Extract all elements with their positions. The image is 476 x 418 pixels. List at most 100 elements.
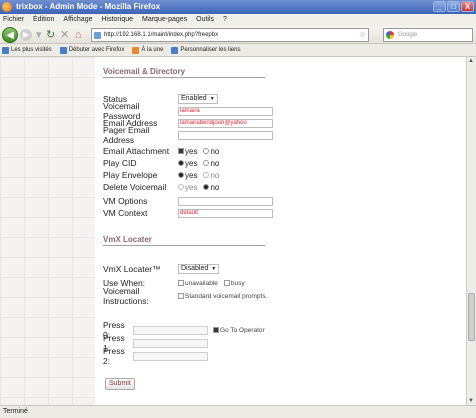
radio-icon[interactable] xyxy=(178,172,184,178)
forward-arrow-icon[interactable]: ▶ xyxy=(20,29,32,41)
playcid-no[interactable]: no xyxy=(203,159,219,168)
instructions-label: Voicemail Instructions: xyxy=(103,286,149,306)
vm-options-label: VM Options xyxy=(103,196,148,206)
vmx-locater-select[interactable]: Disabled ▼ xyxy=(178,264,220,274)
option-label: unavailable xyxy=(185,279,218,287)
bookmark-label: Les plus visités xyxy=(11,46,52,53)
option-label: yes xyxy=(185,158,198,168)
use-when-unavailable[interactable]: unavailable xyxy=(178,280,218,287)
voicemail-section-title: Voicemail & Directory xyxy=(103,67,186,76)
minimize-button[interactable]: _ xyxy=(433,1,446,12)
checkbox-icon[interactable] xyxy=(223,280,230,286)
pager-row: Pager Email Address xyxy=(103,125,273,145)
attachment-yes[interactable]: yes xyxy=(178,147,197,156)
option-label: Go To Operator xyxy=(220,326,265,334)
password-input[interactable]: lamaira xyxy=(178,106,273,116)
section-divider xyxy=(103,245,265,246)
address-bar[interactable]: http://192.168.1.1/maint/index.php?freep… xyxy=(91,28,369,42)
vmx-locater-value: Disabled xyxy=(181,265,209,272)
bookmark-star-icon[interactable]: ☆ xyxy=(359,29,366,41)
bookmarks-toolbar: Les plus visités Débuter avec Firefox À … xyxy=(0,44,476,57)
attachment-row: Email Attachment yes no xyxy=(103,146,225,156)
home-icon[interactable]: ⌂ xyxy=(75,28,82,42)
bookmark-icon xyxy=(2,46,9,54)
status-select[interactable]: Enabled ▼ xyxy=(178,94,218,104)
radio-icon[interactable] xyxy=(178,184,184,190)
checkbox-icon[interactable] xyxy=(213,327,219,333)
maximize-button[interactable]: □ xyxy=(447,1,460,12)
press2-label: Press 2: xyxy=(103,346,125,366)
chevron-down-icon: ▼ xyxy=(209,96,215,102)
press1-input[interactable] xyxy=(133,338,208,348)
radio-icon[interactable] xyxy=(203,184,210,190)
reload-icon[interactable]: ↻ xyxy=(46,28,55,42)
vmx-locater-label: VmX Locater™ xyxy=(103,264,161,274)
firefox-icon xyxy=(2,2,12,12)
password-row: Voicemail Password lamaira xyxy=(103,101,273,121)
menu-view[interactable]: Affichage xyxy=(63,14,92,26)
site-identity-icon[interactable] xyxy=(94,32,101,39)
submit-button[interactable]: Submit xyxy=(105,378,135,390)
vm-context-input[interactable]: default xyxy=(178,208,273,218)
dropdown-arrow-icon[interactable]: ▾ xyxy=(36,28,42,42)
bookmark-headlines[interactable]: À la une xyxy=(132,44,163,56)
scrollbar-thumb[interactable] xyxy=(468,293,475,341)
menu-bar: Fichier Édition Affichage Historique Mar… xyxy=(0,14,476,26)
rss-icon xyxy=(132,46,140,54)
bookmark-customize[interactable]: Personnaliser les liens xyxy=(171,44,240,56)
scroll-down-icon[interactable]: ▼ xyxy=(468,398,474,404)
pager-input[interactable] xyxy=(178,130,273,140)
back-arrow-icon[interactable]: ◀ xyxy=(2,27,18,43)
menu-edit[interactable]: Édition xyxy=(33,14,54,26)
menu-file[interactable]: Fichier xyxy=(3,14,24,26)
radio-icon[interactable] xyxy=(178,160,184,166)
checkbox-icon[interactable] xyxy=(178,293,184,299)
bookmark-label: Personnaliser les liens xyxy=(180,46,241,53)
instructions-checkbox[interactable]: Standard voicemail prompts. xyxy=(178,293,267,300)
delete-no[interactable]: no xyxy=(203,183,219,192)
menu-help[interactable]: ? xyxy=(223,14,227,26)
delete-yes[interactable]: yes xyxy=(178,183,197,192)
attachment-no[interactable]: no xyxy=(203,147,219,156)
go-to-operator[interactable]: Go To Operator xyxy=(213,327,265,334)
page-content: Voicemail & Directory Status Enabled ▼ Vo… xyxy=(95,57,466,405)
checkbox-icon[interactable] xyxy=(178,280,184,286)
bookmark-icon xyxy=(59,46,67,54)
url-text: http://192.168.1.1/maint/index.php?freep… xyxy=(104,32,219,38)
use-when-busy[interactable]: busy xyxy=(223,280,245,287)
menu-history[interactable]: Historique xyxy=(101,14,133,26)
envelope-row: Play Envelope yes no xyxy=(103,170,225,180)
press0-input[interactable] xyxy=(133,325,208,335)
menu-tools[interactable]: Outils xyxy=(196,14,214,26)
vertical-scrollbar[interactable]: ▲ ▼ xyxy=(466,57,476,405)
instructions-row: Voicemail Instructions: Standard voicema… xyxy=(103,286,273,306)
search-box[interactable]: Google xyxy=(383,28,473,42)
scroll-up-icon[interactable]: ▲ xyxy=(468,58,474,64)
stop-icon[interactable]: ✕ xyxy=(60,28,69,42)
vm-context-label: VM Context xyxy=(103,208,148,218)
bookmark-getting-started[interactable]: Débuter avec Firefox xyxy=(59,44,125,56)
menu-bookmarks[interactable]: Marque-pages xyxy=(142,14,187,26)
email-input[interactable]: lamairabendjoun@yahoo xyxy=(178,118,273,128)
section-divider xyxy=(103,77,265,78)
playcid-yes[interactable]: yes xyxy=(178,159,197,168)
radio-icon[interactable] xyxy=(203,172,210,178)
option-label: Standard voicemail prompts. xyxy=(185,292,268,300)
press2-row: Press 2: xyxy=(103,346,208,366)
bookmark-icon xyxy=(171,46,179,54)
attachment-label: Email Attachment xyxy=(103,146,170,156)
press2-input[interactable] xyxy=(133,351,208,361)
vm-options-input[interactable] xyxy=(178,196,273,206)
bookmark-most-visited[interactable]: Les plus visités xyxy=(2,44,52,56)
pager-label: Pager Email Address xyxy=(103,125,150,145)
radio-icon[interactable] xyxy=(203,148,210,154)
radio-icon[interactable] xyxy=(203,160,210,166)
bookmark-label: Débuter avec Firefox xyxy=(68,46,125,53)
envelope-no[interactable]: no xyxy=(203,171,219,180)
status-value: Enabled xyxy=(181,95,207,102)
google-icon[interactable] xyxy=(386,31,394,39)
checkbox-icon[interactable] xyxy=(178,148,184,154)
envelope-yes[interactable]: yes xyxy=(178,171,197,180)
close-button[interactable]: X xyxy=(461,1,474,12)
vmx-locater-row: VmX Locater™ Disabled ▼ xyxy=(103,264,220,274)
